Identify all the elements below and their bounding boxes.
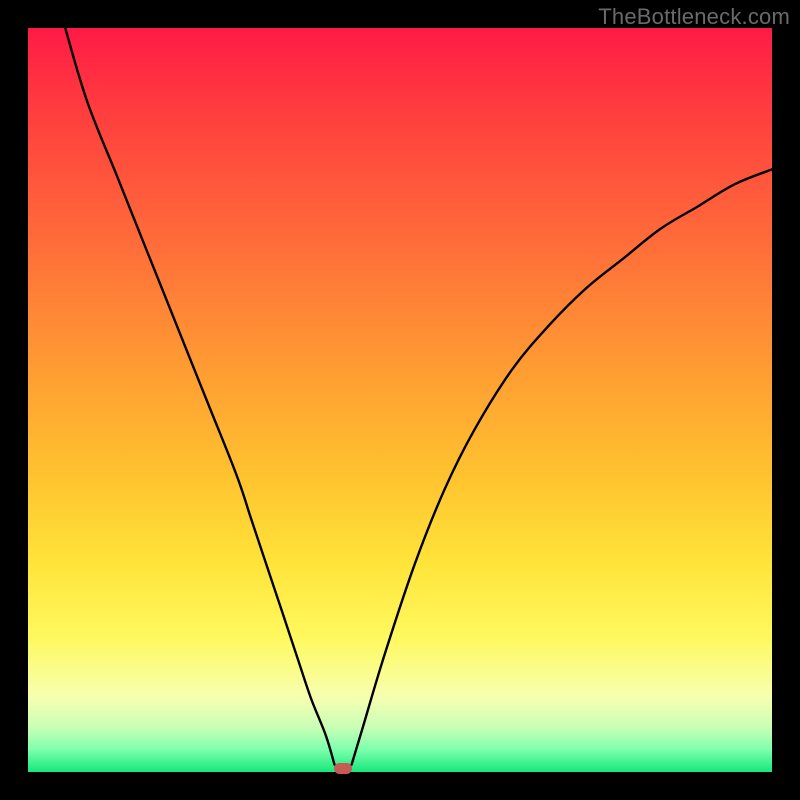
chart-frame: TheBottleneck.com [0,0,800,800]
optimum-marker [334,763,352,774]
watermark-text: TheBottleneck.com [598,4,790,30]
curve-left-branch [65,28,334,765]
curve-right-branch [352,169,772,764]
plot-area [28,28,772,772]
bottleneck-curve [28,28,772,772]
